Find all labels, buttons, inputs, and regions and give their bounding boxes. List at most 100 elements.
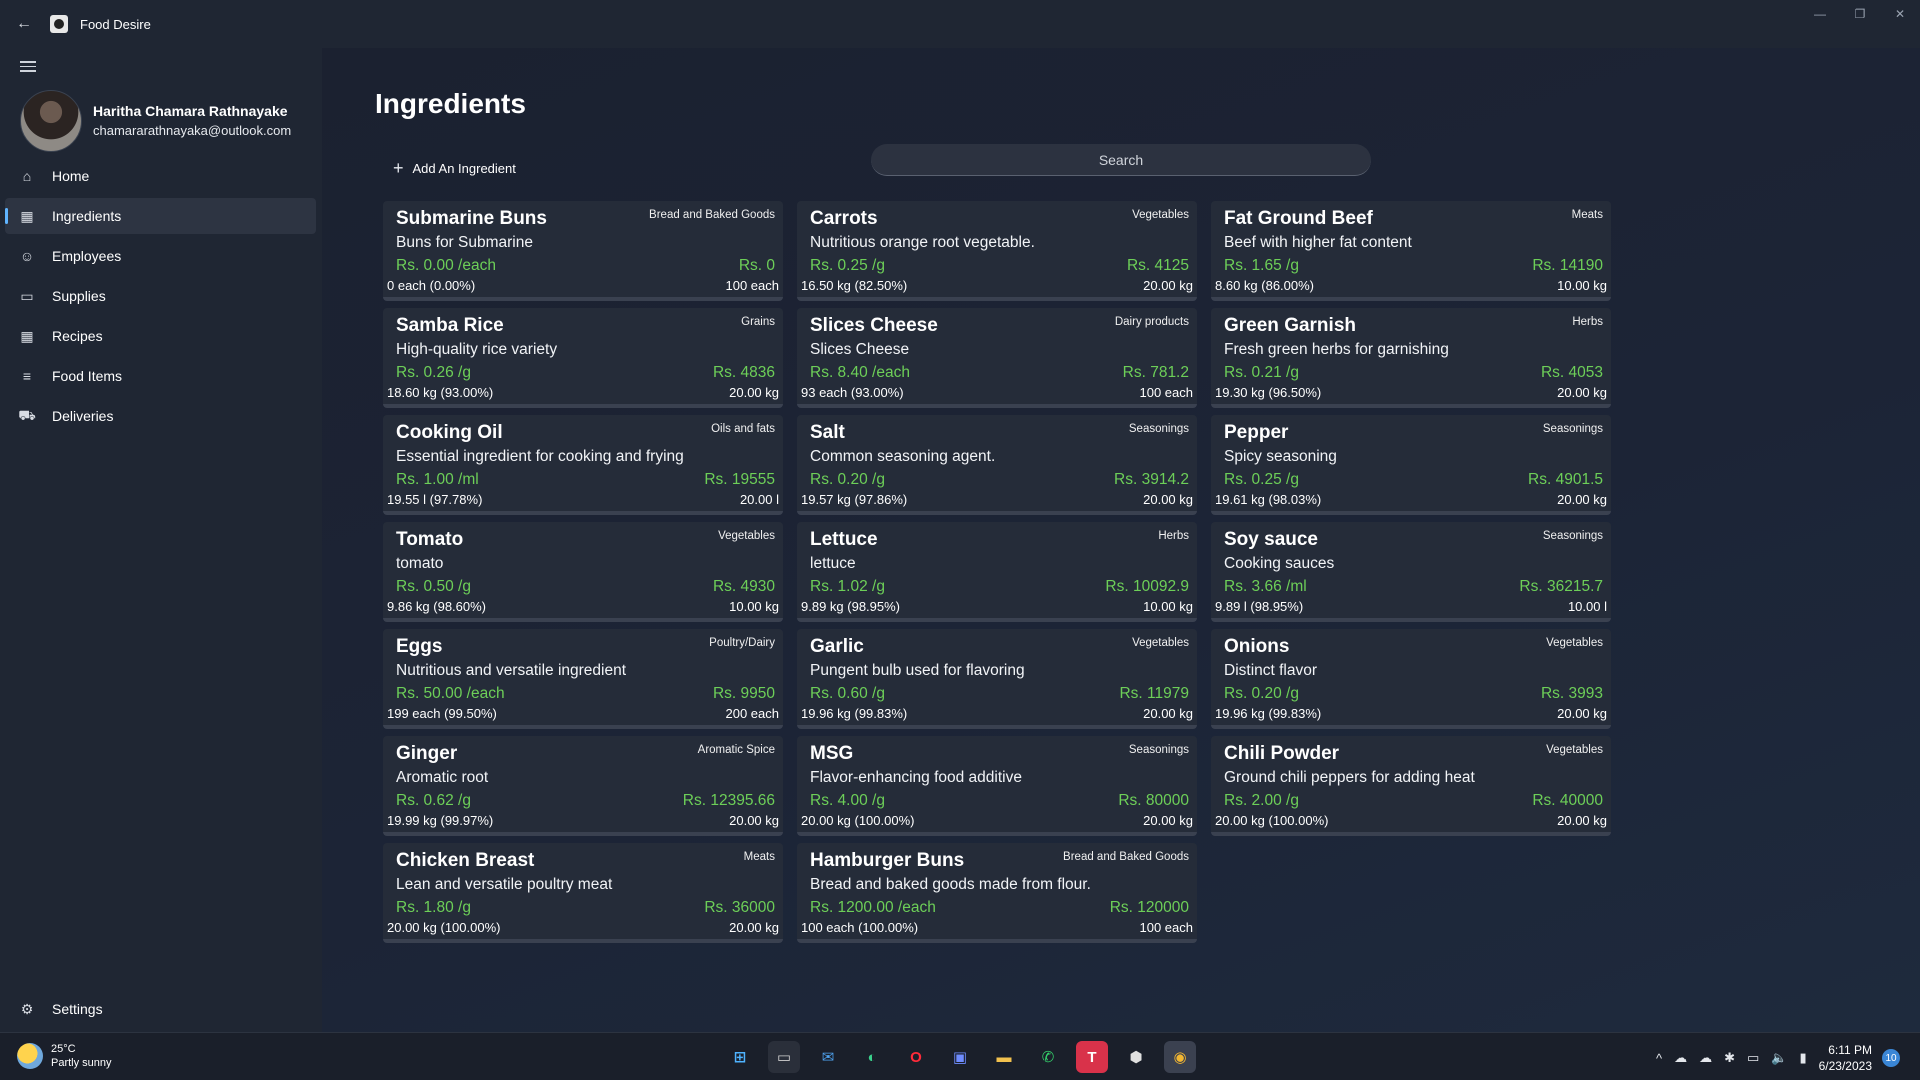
edge-icon[interactable]: ◐ bbox=[856, 1041, 888, 1073]
ingredient-category: Grains bbox=[741, 316, 775, 328]
nav-item-food-items[interactable]: ≡ Food Items bbox=[5, 358, 316, 394]
ingredient-card[interactable]: Ginger Aromatic Spice Aromatic root Rs. 0.6… bbox=[383, 736, 783, 836]
file-explorer-icon[interactable]: ▬ bbox=[988, 1041, 1020, 1073]
stock-quantity: 19.61 kg (98.03%) bbox=[1215, 492, 1322, 507]
add-ingredient-label: Add An Ingredient bbox=[412, 161, 516, 176]
unit-price: Rs. 3.66 /ml bbox=[1224, 578, 1307, 595]
total-value: Rs. 781.2 bbox=[1122, 364, 1189, 381]
ingredient-card[interactable]: Samba Rice Grains High-quality rice variet… bbox=[383, 308, 783, 408]
close-button[interactable]: ✕ bbox=[1880, 0, 1920, 28]
sidebar: Haritha Chamara Rathnayake chamararathna… bbox=[0, 48, 322, 1032]
ingredient-card[interactable]: Chili Powder Vegetables Ground chili peppe… bbox=[1211, 736, 1611, 836]
unit-price: Rs. 0.00 /each bbox=[396, 257, 496, 274]
nav-item-recipes[interactable]: ▦ Recipes bbox=[5, 318, 316, 354]
stock-quantity: 9.86 kg (98.60%) bbox=[387, 599, 487, 614]
ingredient-card[interactable]: Eggs Poultry/Dairy Nutritious and versatil… bbox=[383, 629, 783, 729]
restore-button[interactable]: ❐ bbox=[1840, 0, 1880, 28]
unit-price: Rs. 0.62 /g bbox=[396, 792, 471, 809]
ingredient-grid: Submarine Buns Bread and Baked Goods Buns … bbox=[383, 201, 1611, 943]
stock-quantity: 19.96 kg (99.83%) bbox=[1215, 706, 1322, 721]
ingredient-card[interactable]: Cooking Oil Oils and fats Essential ingre… bbox=[383, 415, 783, 515]
ingredient-category: Herbs bbox=[1572, 316, 1603, 328]
nav-item-ingredients[interactable]: ▦ Ingredients bbox=[5, 198, 316, 234]
ingredient-card[interactable]: Onions Vegetables Distinct flavor Rs. 0.20 … bbox=[1211, 629, 1611, 729]
notification-badge[interactable]: 10 bbox=[1882, 1049, 1900, 1067]
title-bar: ← Food Desire — ❐ ✕ bbox=[0, 0, 1920, 48]
opera-icon[interactable]: O bbox=[900, 1041, 932, 1073]
total-value: Rs. 11979 bbox=[1119, 685, 1189, 702]
stock-progress-bar bbox=[797, 511, 1188, 515]
ingredient-description: Pungent bulb used for flavoring bbox=[810, 662, 1025, 679]
back-arrow-icon[interactable]: ← bbox=[12, 15, 36, 33]
box-icon: ▭ bbox=[20, 287, 34, 304]
ingredient-description: Bread and baked goods made from flour. bbox=[810, 876, 1091, 893]
stock-quantity: 20.00 kg (100.00%) bbox=[1215, 813, 1329, 828]
antivirus-icon[interactable]: ✱ bbox=[1724, 1050, 1735, 1066]
ingredient-card[interactable]: Salt Seasonings Common seasoning agent. Rs.… bbox=[797, 415, 1197, 515]
stock-quantity: 9.89 l (98.95%) bbox=[1215, 599, 1304, 614]
ingredient-name: Submarine Buns bbox=[396, 208, 547, 229]
ingredient-category: Vegetables bbox=[718, 530, 775, 542]
hamburger-menu-icon[interactable] bbox=[20, 58, 36, 75]
add-ingredient-button[interactable]: + Add An Ingredient bbox=[393, 158, 516, 179]
ingredient-category: Aromatic Spice bbox=[697, 744, 775, 756]
teams-icon[interactable]: ▣ bbox=[944, 1041, 976, 1073]
ingredient-card[interactable]: Submarine Buns Bread and Baked Goods Buns … bbox=[383, 201, 783, 301]
stock-capacity: 20.00 kg bbox=[1557, 706, 1607, 721]
clock[interactable]: 6:11 PM 6/23/2023 bbox=[1819, 1042, 1872, 1074]
ingredient-name: Samba Rice bbox=[396, 315, 504, 336]
t-app-icon[interactable]: T bbox=[1076, 1041, 1108, 1073]
unit-price: Rs. 0.50 /g bbox=[396, 578, 471, 595]
mail-icon[interactable]: ✉ bbox=[812, 1041, 844, 1073]
ingredient-card[interactable]: Slices Cheese Dairy products Slices Cheese… bbox=[797, 308, 1197, 408]
nav-item-supplies[interactable]: ▭ Supplies bbox=[5, 278, 316, 314]
ingredient-name: Slices Cheese bbox=[810, 315, 938, 336]
nav-item-deliveries[interactable]: ⛟ Deliveries bbox=[5, 398, 316, 434]
stock-progress-bar bbox=[797, 404, 1169, 408]
unit-price: Rs. 0.25 /g bbox=[810, 257, 885, 274]
nav-item-label: Deliveries bbox=[52, 408, 114, 424]
stock-quantity: 19.96 kg (99.83%) bbox=[801, 706, 908, 721]
total-value: Rs. 3914.2 bbox=[1114, 471, 1189, 488]
network-icon[interactable]: ▭ bbox=[1747, 1050, 1759, 1066]
total-value: Rs. 120000 bbox=[1109, 899, 1189, 916]
stock-quantity: 19.30 kg (96.50%) bbox=[1215, 385, 1322, 400]
ingredient-card[interactable]: Soy sauce Seasonings Cooking sauces Rs. 3.6… bbox=[1211, 522, 1611, 622]
ingredient-card[interactable]: Garlic Vegetables Pungent bulb used for fl… bbox=[797, 629, 1197, 729]
ingredient-category: Seasonings bbox=[1128, 744, 1189, 756]
stock-progress-bar bbox=[383, 832, 783, 836]
nav-item-employees[interactable]: ☺ Employees bbox=[5, 238, 316, 274]
unit-price: Rs. 1.80 /g bbox=[396, 899, 471, 916]
nav-item-home[interactable]: ⌂ Home bbox=[5, 158, 316, 194]
ingredient-card[interactable]: Chicken Breast Meats Lean and versatile po… bbox=[383, 843, 783, 943]
package-icon[interactable]: ⬢ bbox=[1120, 1041, 1152, 1073]
ingredient-card[interactable]: Pepper Seasonings Spicy seasoning Rs. 0.25 … bbox=[1211, 415, 1611, 515]
battery-icon[interactable]: ▮ bbox=[1799, 1050, 1806, 1066]
onedrive-icon[interactable]: ☁ bbox=[1699, 1050, 1712, 1066]
whatsapp-icon[interactable]: ✆ bbox=[1032, 1041, 1064, 1073]
ingredient-card[interactable]: Carrots Vegetables Nutritious orange root … bbox=[797, 201, 1197, 301]
nav-item-label: Supplies bbox=[52, 288, 106, 304]
ingredient-name: Garlic bbox=[810, 636, 864, 657]
ingredient-category: Meats bbox=[743, 851, 775, 863]
stock-quantity: 9.89 kg (98.95%) bbox=[801, 599, 901, 614]
unit-price: Rs. 1.00 /ml bbox=[396, 471, 479, 488]
minimize-button[interactable]: — bbox=[1800, 0, 1840, 28]
volume-icon[interactable]: 🔈 bbox=[1771, 1050, 1787, 1066]
ingredient-card[interactable]: Tomato Vegetables tomato Rs. 0.50 /g Rs. 493… bbox=[383, 522, 783, 622]
start-icon[interactable]: ⊞ bbox=[724, 1041, 756, 1073]
cloud-icon[interactable]: ☁ bbox=[1674, 1050, 1687, 1066]
ingredient-card[interactable]: MSG Seasonings Flavor-enhancing food addi… bbox=[797, 736, 1197, 836]
show-hidden-icons-icon[interactable]: ^ bbox=[1656, 1051, 1662, 1066]
terminal-icon[interactable]: ▭ bbox=[768, 1041, 800, 1073]
nav-item-settings[interactable]: ⚙ Settings bbox=[5, 991, 316, 1027]
clock-date: 6/23/2023 bbox=[1818, 1059, 1872, 1073]
search-input[interactable]: Search bbox=[871, 144, 1371, 176]
weather-widget[interactable]: 25°C Partly sunny bbox=[17, 1042, 112, 1070]
food-desire-icon[interactable]: ◉ bbox=[1164, 1041, 1196, 1073]
ingredient-card[interactable]: Lettuce Herbs lettuce Rs. 1.02 /g Rs. 10092.… bbox=[797, 522, 1197, 622]
ingredient-card[interactable]: Fat Ground Beef Meats Beef with higher fat… bbox=[1211, 201, 1611, 301]
window-controls: — ❐ ✕ bbox=[1800, 0, 1920, 28]
ingredient-card[interactable]: Green Garnish Herbs Fresh green herbs for … bbox=[1211, 308, 1611, 408]
ingredient-card[interactable]: Hamburger Buns Bread and Baked Goods Bread… bbox=[797, 843, 1197, 943]
